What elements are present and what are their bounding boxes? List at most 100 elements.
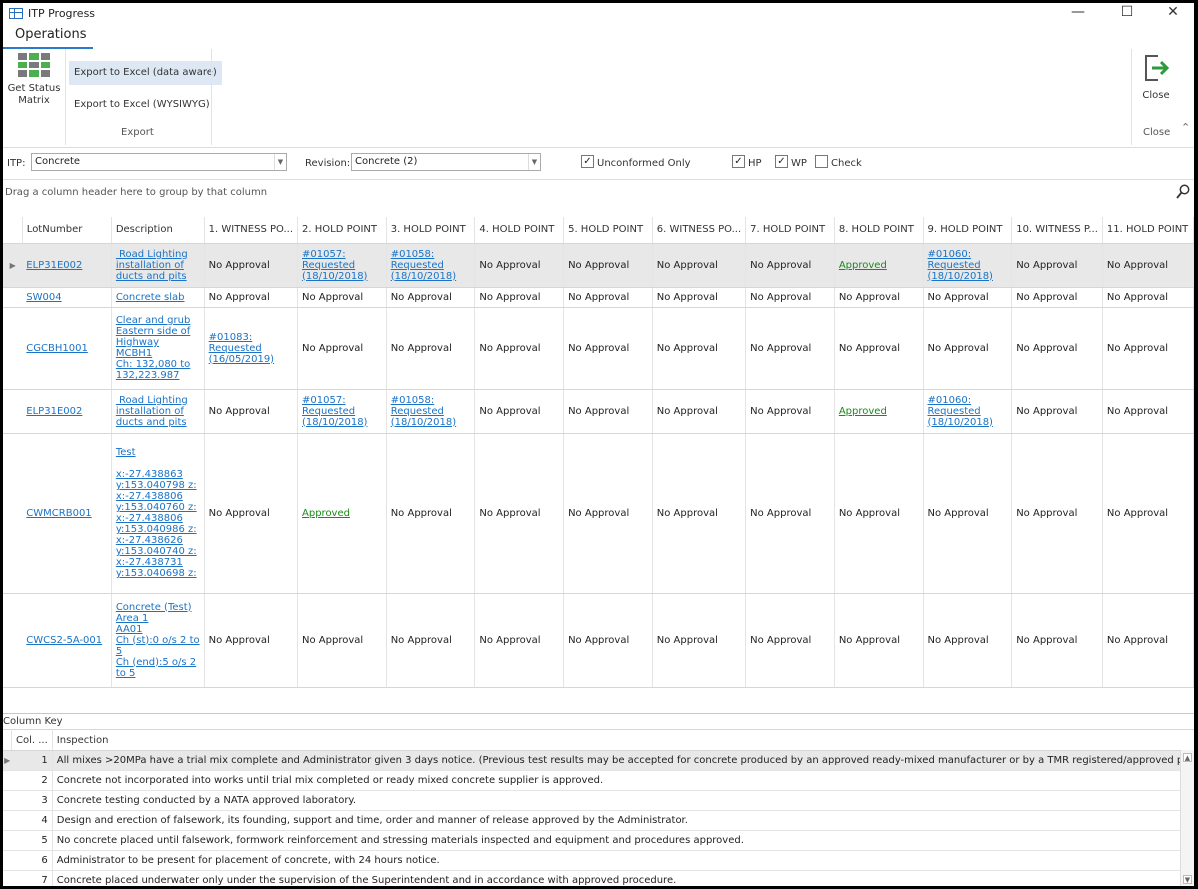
revision-select[interactable]: Concrete (2) ▼ [351,153,541,171]
description-link-line[interactable]: x:-27.438806 [116,491,200,502]
inspection-request-link[interactable]: #01057: [302,249,382,260]
description-link-line[interactable]: x:-27.438863 [116,469,200,480]
description-link-line[interactable]: y:153.040986 z: [116,524,200,535]
inspection-request-link[interactable]: (18/10/2018) [302,271,382,282]
inspection-request-link[interactable]: #01060: [928,249,1008,260]
table-row[interactable]: CGCBH1001 Clear and grub Eastern side of Hi… [3,307,1194,390]
unconformed-only-checkbox[interactable]: ✓ [581,155,594,168]
column-key-scrollbar[interactable]: ▲ ▼ [1180,750,1194,886]
key-row[interactable]: ▶ 1 All mixes >20MPa have a trial mix comp… [3,750,1194,771]
inspection-request-link[interactable]: Requested [391,260,471,271]
close-ribbon-button[interactable]: Close [1135,53,1177,101]
table-row[interactable]: SW004 Concrete slab No Approval No Approval… [3,287,1194,308]
description-link-line[interactable]: installation of [116,406,200,417]
inspection-request-link[interactable]: #01058: [391,395,471,406]
description-link-line[interactable]: to 5 [116,668,200,679]
column-header[interactable]: 3. HOLD POINT [386,217,476,244]
description-link-line[interactable]: installation of [116,260,200,271]
lot-number-link[interactable]: ELP31E002 [26,406,82,417]
column-header[interactable]: 7. HOLD POINT [745,217,835,244]
description-link-line[interactable]: 132,223.987 [116,370,200,381]
description-link-line[interactable]: Eastern side of [116,326,200,337]
close-window-button[interactable]: ✕ [1150,3,1194,23]
description-link-line[interactable]: Highway [116,337,200,348]
column-header[interactable]: 9. HOLD POINT [923,217,1013,244]
description-link-line[interactable]: Test [116,447,200,458]
collapse-ribbon-icon[interactable]: ⌃ [1181,121,1190,134]
description-link-line[interactable]: y:153.040740 z: [116,546,200,557]
column-header[interactable]: 6. WITNESS PO... [652,217,747,244]
export-excel-data-aware-button[interactable]: Export to Excel (data aware) [69,61,222,85]
description-link-line[interactable]: ducts and pits [116,417,200,428]
itp-select[interactable]: Concrete ▼ [31,153,287,171]
inspection-request-link[interactable]: Requested [209,343,293,354]
column-header[interactable]: Description [111,217,205,244]
inspection-request-link[interactable]: (16/05/2019) [209,354,293,365]
description-link-line[interactable]: y:153.040698 z: [116,568,200,579]
description-link-line[interactable]: Ch (end):5 o/s 2 [116,657,200,668]
key-row[interactable]: 7 Concrete placed underwater only under t… [3,870,1194,886]
inspection-request-link[interactable]: (18/10/2018) [928,271,1008,282]
column-header[interactable]: 5. HOLD POINT [563,217,653,244]
description-link-line[interactable]: Ch (st):0 o/s 2 to [116,635,200,646]
inspection-request-link[interactable]: (18/10/2018) [928,417,1008,428]
minimize-button[interactable]: — [1055,3,1101,23]
description-link-line[interactable]: 5 [116,646,200,657]
lot-number-link[interactable]: CWCS2-5A-001 [26,635,102,646]
description-link-line[interactable]: x:-27.438806 [116,513,200,524]
inspection-request-link[interactable]: (18/10/2018) [391,417,471,428]
table-row[interactable]: CWCS2-5A-001 Concrete (Test) Area 1 AA01 Ch … [3,593,1194,688]
maximize-button[interactable]: ☐ [1104,3,1150,23]
description-link-line[interactable]: Road Lighting [116,249,200,260]
scroll-up-icon[interactable]: ▲ [1183,753,1192,762]
scroll-down-icon[interactable]: ▼ [1183,875,1192,884]
key-row[interactable]: 2 Concrete not incorporated into works un… [3,770,1194,791]
description-link-line[interactable]: AA01 [116,624,200,635]
inspection-request-link[interactable]: Requested [302,260,382,271]
description-link-line[interactable]: y:153.040760 z: [116,502,200,513]
key-column-header[interactable]: Inspection [52,729,1194,751]
key-row[interactable]: 3 Concrete testing conducted by a NATA ap… [3,790,1194,811]
description-link-line[interactable]: Area 1 [116,613,200,624]
key-row[interactable]: 5 No concrete placed until falsework, for… [3,830,1194,851]
inspection-request-link[interactable]: Requested [391,406,471,417]
description-link-line[interactable]: Concrete (Test) [116,602,200,613]
inspection-request-link[interactable]: (18/10/2018) [302,417,382,428]
inspection-request-link[interactable]: Requested [928,406,1008,417]
get-status-matrix-button[interactable]: Get Status Matrix [5,53,63,123]
inspection-request-link[interactable]: #01058: [391,249,471,260]
table-row[interactable]: ELP31E002 Road Lighting installation of du… [3,389,1194,434]
column-header[interactable]: LotNumber [22,217,112,244]
approved-status[interactable]: Approved [839,406,919,417]
column-header[interactable]: 11. HOLD POINT [1102,217,1194,244]
lot-number-link[interactable]: SW004 [26,292,61,303]
chevron-down-icon[interactable]: ▼ [528,154,540,170]
column-header[interactable]: 10. WITNESS P... [1011,217,1103,244]
lot-number-link[interactable]: CWMCRB001 [26,508,91,519]
chevron-down-icon[interactable]: ▼ [274,154,286,170]
description-link-line[interactable]: Ch: 132,080 to [116,359,200,370]
hp-checkbox[interactable]: ✓ [732,155,745,168]
key-row[interactable]: 4 Design and erection of falsework, its f… [3,810,1194,831]
description-link-line[interactable]: Clear and grub [116,315,200,326]
description-link-line[interactable]: Concrete slab [116,292,200,303]
group-by-panel[interactable]: Drag a column header here to group by th… [3,179,1194,204]
column-header[interactable]: 1. WITNESS PO... [204,217,299,244]
table-row[interactable]: ▶ ELP31E002 Road Lighting installation of d… [3,243,1194,288]
column-header[interactable]: 4. HOLD POINT [474,217,565,244]
key-row[interactable]: 6 Administrator to be present for placeme… [3,850,1194,871]
description-link-line[interactable]: x:-27.438731 [116,557,200,568]
inspection-request-link[interactable]: Requested [302,406,382,417]
approved-status[interactable]: Approved [302,508,382,519]
description-link-line[interactable] [116,458,200,469]
search-icon[interactable] [1176,184,1190,200]
description-link-line[interactable]: MCBH1 [116,348,200,359]
column-header[interactable]: 8. HOLD POINT [834,217,924,244]
lot-number-link[interactable]: CGCBH1001 [26,343,88,354]
inspection-request-link[interactable]: #01083: [209,332,293,343]
inspection-request-link[interactable]: #01057: [302,395,382,406]
description-link-line[interactable]: x:-27.438626 [116,535,200,546]
inspection-request-link[interactable]: #01060: [928,395,1008,406]
tab-operations[interactable]: Operations [3,27,93,49]
inspection-request-link[interactable]: Requested [928,260,1008,271]
